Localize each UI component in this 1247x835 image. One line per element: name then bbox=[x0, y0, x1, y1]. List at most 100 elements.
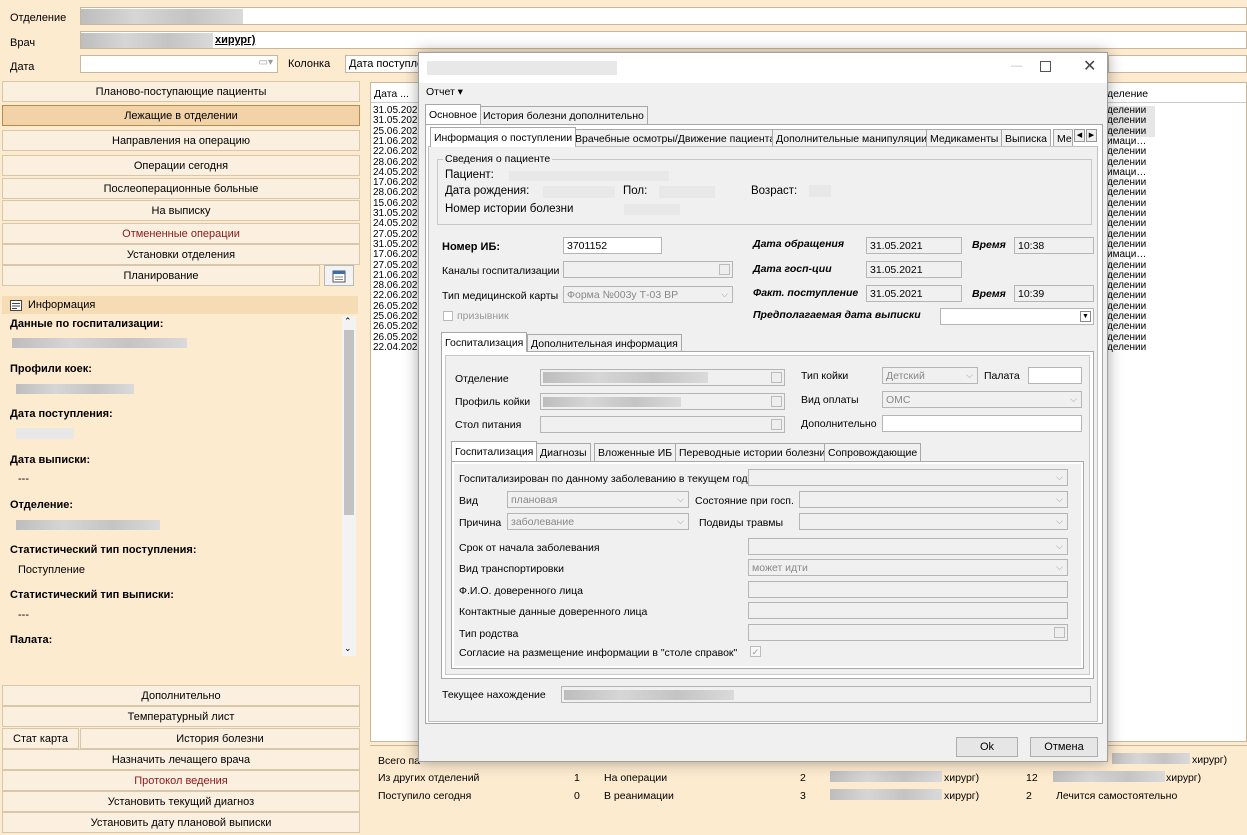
appeal-time-field[interactable]: 10:38 bbox=[1014, 237, 1094, 254]
chevron-down-icon[interactable]: ⌵ bbox=[1056, 516, 1063, 527]
onset-select[interactable]: ⌵ bbox=[748, 538, 1068, 555]
ib-number-field[interactable]: 3701152 bbox=[563, 237, 662, 254]
additional-button[interactable]: Дополнительно bbox=[2, 685, 360, 706]
trustee-contacts-field[interactable] bbox=[748, 602, 1068, 619]
tab-scroll-right-icon[interactable]: ▶ bbox=[1086, 129, 1097, 142]
grid-row-department[interactable]: имаци… bbox=[1107, 249, 1146, 260]
info-scrollbar[interactable]: ⌃ ⌄ bbox=[342, 316, 356, 656]
ok-button[interactable]: Ok bbox=[956, 737, 1018, 757]
bed-type-select[interactable]: Детский ⌵ bbox=[882, 367, 978, 384]
calendar-dropdown-icon[interactable]: ▭▾ bbox=[259, 57, 273, 68]
current-location-field[interactable] bbox=[561, 686, 1091, 703]
minimize-icon[interactable]: — bbox=[1011, 60, 1022, 72]
tab-nested-ib[interactable]: Вложенные ИБ bbox=[594, 443, 677, 461]
tab-scroll-left-icon[interactable]: ◀ bbox=[1074, 129, 1085, 142]
fact-time-field[interactable]: 10:39 bbox=[1014, 285, 1094, 302]
chevron-down-icon[interactable]: ⌵ bbox=[677, 494, 684, 505]
relation-field[interactable] bbox=[748, 624, 1068, 641]
stat-card-button[interactable]: Стат карта bbox=[2, 728, 79, 749]
tab-admission-info[interactable]: Информация о поступлении bbox=[430, 127, 577, 147]
maximize-icon[interactable] bbox=[1040, 61, 1051, 72]
filter-field-right[interactable] bbox=[1108, 55, 1247, 73]
transport-select[interactable]: может идти ⌵ bbox=[748, 559, 1068, 576]
info-scrollbar-thumb[interactable] bbox=[344, 330, 354, 515]
nav-postop-patients[interactable]: Послеоперационные больные bbox=[2, 178, 360, 199]
hosp-this-year-select[interactable]: ⌵ bbox=[748, 469, 1068, 486]
grid-col-date[interactable]: Дата ... bbox=[374, 88, 409, 100]
card-type-select[interactable]: Форма №003у Т-03 ВР ⌵ bbox=[563, 286, 733, 303]
chevron-down-icon[interactable]: ⌵ bbox=[1056, 494, 1063, 505]
grid-col-department[interactable]: деление bbox=[1107, 88, 1148, 100]
chevron-down-icon[interactable]: ⌵ bbox=[1056, 472, 1063, 483]
chevron-down-icon[interactable]: ⌵ bbox=[1056, 562, 1063, 573]
assign-doctor-button[interactable]: Назначить лечащего врача bbox=[2, 749, 360, 770]
trustee-name-field[interactable] bbox=[748, 581, 1068, 598]
temperature-sheet-button[interactable]: Температурный лист bbox=[2, 706, 360, 727]
department-field[interactable] bbox=[80, 7, 1247, 25]
tab-diagnoses[interactable]: Диагнозы bbox=[536, 443, 591, 461]
grid-row-date[interactable]: 17.06.202 bbox=[373, 249, 418, 260]
chevron-down-icon[interactable]: ⌵ bbox=[721, 289, 728, 300]
tab-main[interactable]: Основное bbox=[425, 104, 482, 124]
tab-transfer-histories[interactable]: Переводные истории болезни bbox=[675, 443, 830, 461]
tab-examinations[interactable]: Врачебные осмотры/Движение пациента bbox=[571, 129, 780, 147]
kind-select[interactable]: плановая ⌵ bbox=[507, 491, 689, 508]
nav-planned-patients[interactable]: Планово-поступающие пациенты bbox=[2, 81, 360, 102]
ward-field[interactable] bbox=[1028, 367, 1082, 384]
nav-cancelled-surgeries[interactable]: Отмененные операции bbox=[2, 223, 360, 244]
extra-field[interactable] bbox=[882, 415, 1082, 432]
set-discharge-date-button[interactable]: Установить дату плановой выписки bbox=[2, 812, 360, 833]
grid-row-date[interactable]: 22.06.202 bbox=[373, 146, 418, 157]
ellipsis-icon[interactable] bbox=[771, 396, 782, 407]
doctor-field[interactable]: хирург) bbox=[80, 31, 1247, 49]
tab-history-extra[interactable]: История болезни дополнительно bbox=[479, 106, 648, 124]
grid-row-department[interactable]: делении bbox=[1107, 342, 1146, 353]
hosp-date-field[interactable]: 31.05.2021 bbox=[866, 261, 962, 278]
chevron-down-icon[interactable]: ⌵ bbox=[1070, 394, 1077, 405]
nav-surgery-referrals[interactable]: Направления на операцию bbox=[2, 130, 360, 151]
chevron-down-icon[interactable]: ⌵ bbox=[677, 516, 684, 527]
consent-checkbox[interactable]: ✓ bbox=[750, 646, 761, 657]
report-menu[interactable]: Отчет ▾ bbox=[426, 86, 463, 98]
tab-hospitalization[interactable]: Госпитализация bbox=[441, 332, 528, 352]
state-select[interactable]: ⌵ bbox=[799, 491, 1068, 508]
ellipsis-icon[interactable] bbox=[771, 372, 782, 383]
nav-discharge[interactable]: На выписку bbox=[2, 200, 360, 221]
reason-select[interactable]: заболевание ⌵ bbox=[507, 513, 689, 530]
protocol-button[interactable]: Протокол ведения bbox=[2, 770, 360, 791]
date-field[interactable]: ▭▾ bbox=[80, 55, 278, 73]
grid-row-date[interactable]: 22.04.202 bbox=[373, 342, 418, 353]
nav-surgeries-today[interactable]: Операции сегодня bbox=[2, 155, 360, 176]
close-icon[interactable]: ✕ bbox=[1083, 56, 1096, 76]
nav-planning[interactable]: Планирование bbox=[2, 265, 320, 286]
ellipsis-icon[interactable] bbox=[719, 264, 730, 275]
scroll-up-icon[interactable]: ⌃ bbox=[344, 316, 352, 327]
tab-discharge[interactable]: Выписка bbox=[1001, 129, 1052, 147]
conscript-checkbox[interactable] bbox=[443, 311, 453, 321]
chevron-down-icon[interactable]: ⌵ bbox=[966, 370, 973, 381]
diet-field[interactable] bbox=[540, 416, 785, 433]
set-diagnosis-button[interactable]: Установить текущий диагноз bbox=[2, 791, 360, 812]
tab-additional-info[interactable]: Дополнительная информация bbox=[527, 334, 682, 352]
appeal-date-field[interactable]: 31.05.2021 bbox=[866, 237, 962, 254]
channels-field[interactable] bbox=[563, 261, 733, 278]
nav-inpatients[interactable]: Лежащие в отделении bbox=[2, 105, 360, 126]
tab-inner-hospitalization[interactable]: Госпитализация bbox=[451, 441, 538, 461]
payment-select[interactable]: ОМС ⌵ bbox=[882, 391, 1082, 408]
trauma-select[interactable]: ⌵ bbox=[799, 513, 1068, 530]
dropdown-arrow-icon[interactable]: ▼ bbox=[1080, 311, 1091, 322]
tab-more[interactable]: Ме bbox=[1053, 129, 1073, 147]
dept-field[interactable] bbox=[540, 369, 785, 386]
chevron-down-icon[interactable]: ⌵ bbox=[1056, 541, 1063, 552]
medical-history-button[interactable]: История болезни bbox=[80, 728, 360, 749]
tab-accompanying[interactable]: Сопровождающие bbox=[824, 443, 922, 461]
scroll-down-icon[interactable]: ⌄ bbox=[344, 643, 352, 654]
planning-calendar-button[interactable] bbox=[324, 265, 354, 286]
expected-discharge-field[interactable]: ▼ bbox=[940, 308, 1094, 325]
ellipsis-icon[interactable] bbox=[771, 419, 782, 430]
cancel-button[interactable]: Отмена bbox=[1030, 737, 1098, 757]
ellipsis-icon[interactable] bbox=[1054, 627, 1065, 638]
bed-profile-field[interactable] bbox=[540, 393, 785, 410]
tab-manipulations[interactable]: Дополнительные манипуляции bbox=[772, 129, 932, 147]
grid-row-department[interactable]: делении bbox=[1107, 146, 1146, 157]
